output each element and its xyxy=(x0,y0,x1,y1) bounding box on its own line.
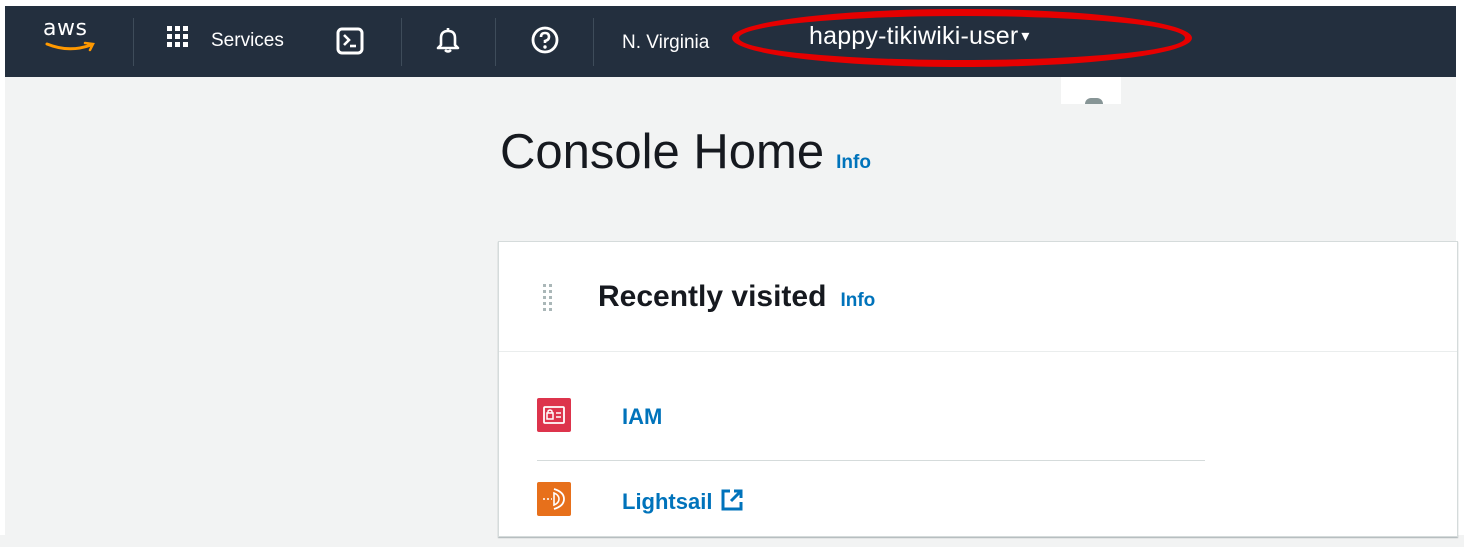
cloudshell-icon[interactable] xyxy=(336,27,364,55)
recently-visited-widget: Recently visited Info IAM Lightsail xyxy=(498,241,1458,537)
region-selector[interactable]: N. Virginia xyxy=(622,32,709,54)
widget-title: Recently visited Info xyxy=(598,280,875,314)
notifications-bell-icon[interactable] xyxy=(435,26,461,54)
lightsail-link[interactable]: Lightsail xyxy=(622,488,744,515)
widget-info-link[interactable]: Info xyxy=(840,290,875,311)
aws-logo[interactable]: aws xyxy=(43,18,105,64)
page-info-link[interactable]: Info xyxy=(836,152,871,173)
nav-divider xyxy=(495,18,496,66)
help-icon[interactable] xyxy=(530,25,560,55)
aws-logo-text: aws xyxy=(43,16,88,41)
page-title: Console Home Info xyxy=(500,124,871,180)
stub-icon xyxy=(1085,98,1103,104)
services-grid-icon[interactable] xyxy=(167,26,189,48)
drag-handle-icon[interactable] xyxy=(543,284,553,317)
list-item-iam[interactable]: IAM xyxy=(537,360,1205,461)
lightsail-link-text: Lightsail xyxy=(622,489,713,514)
widget-title-text: Recently visited xyxy=(598,280,827,313)
nav-divider xyxy=(133,18,134,66)
top-navigation-bar: aws Services N. Virginia happy-tikiwiki-… xyxy=(5,6,1456,77)
services-menu-button[interactable]: Services xyxy=(211,30,284,52)
page-title-text: Console Home xyxy=(500,125,825,179)
iam-icon xyxy=(537,398,571,432)
aws-smile-icon xyxy=(45,41,95,52)
list-item-lightsail[interactable]: Lightsail xyxy=(537,471,1205,547)
widget-header: Recently visited Info xyxy=(499,242,1457,352)
floating-panel-stub xyxy=(1061,77,1121,104)
nav-divider xyxy=(593,18,594,66)
lightsail-icon xyxy=(537,482,571,516)
iam-link[interactable]: IAM xyxy=(622,404,662,430)
annotation-highlight-ellipse xyxy=(732,9,1192,67)
nav-divider xyxy=(401,18,402,66)
external-link-icon xyxy=(720,488,744,512)
